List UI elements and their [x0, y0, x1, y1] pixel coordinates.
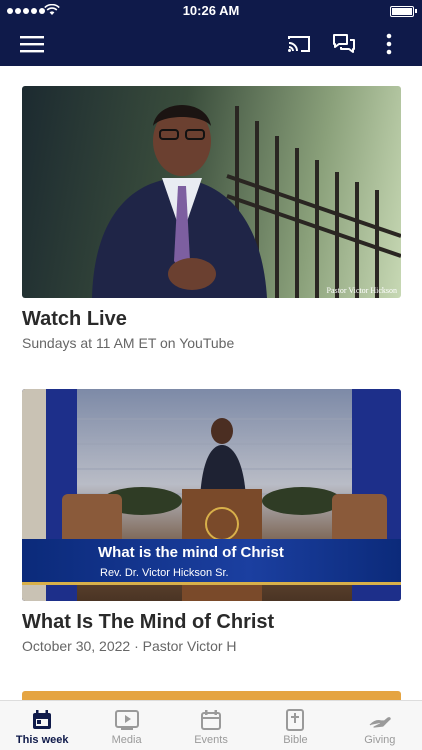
calendar-icon	[33, 710, 52, 729]
tab-label: Media	[111, 734, 142, 746]
app-bar	[0, 22, 422, 66]
banner-title: What is the mind of Christ	[98, 544, 284, 561]
card-subtitle: Sundays at 11 AM ET on YouTube	[22, 335, 235, 351]
bottom-tab-bar: This week Media Events Bible Giving	[0, 700, 422, 750]
calendar-outline-icon	[201, 710, 222, 730]
sermon-title-banner: What is the mind of Christ Rev. Dr. Vict…	[22, 539, 401, 585]
status-time: 10:26 AM	[182, 3, 240, 18]
battery-icon	[390, 6, 417, 17]
card-title: Watch Live	[22, 308, 127, 330]
hamburger-icon	[20, 36, 44, 53]
watch-live-card[interactable]: Pastor Victor Hickson Watch Live Sundays…	[22, 86, 401, 351]
menu-button[interactable]	[14, 26, 50, 62]
tab-events[interactable]: Events	[169, 701, 253, 750]
pastor-portrait-image	[92, 105, 401, 298]
next-card-peek[interactable]	[22, 691, 401, 700]
watch-live-image: Pastor Victor Hickson	[22, 86, 401, 298]
image-caption: Pastor Victor Hickson	[326, 286, 397, 295]
tab-label: This week	[15, 734, 69, 746]
sermon-card[interactable]: What is the mind of Christ Rev. Dr. Vict…	[22, 389, 401, 654]
chat-icon	[333, 34, 355, 53]
tab-media[interactable]: Media	[84, 701, 168, 750]
banner-stripe	[22, 582, 401, 585]
cast-icon	[288, 36, 310, 52]
chat-button[interactable]	[326, 26, 362, 62]
tab-label: Giving	[364, 734, 396, 746]
status-bar: 10:26 AM	[0, 0, 422, 22]
tab-label: Events	[194, 734, 228, 746]
sermon-image: What is the mind of Christ Rev. Dr. Vict…	[22, 389, 401, 601]
tab-giving[interactable]: Giving	[338, 701, 422, 750]
more-options-button[interactable]	[371, 26, 407, 62]
play-icon	[114, 710, 139, 730]
tab-label: Bible	[283, 734, 308, 746]
bible-icon	[286, 709, 305, 731]
tab-this-week[interactable]: This week	[0, 701, 84, 750]
tab-bible[interactable]: Bible	[253, 701, 337, 750]
card-title: What Is The Mind of Christ	[22, 611, 275, 633]
cast-button[interactable]	[281, 26, 317, 62]
giving-hand-icon	[369, 717, 391, 728]
card-subtitle: October 30, 2022 · Pastor Victor H	[22, 638, 237, 654]
feed: Pastor Victor Hickson Watch Live Sundays…	[0, 66, 422, 700]
more-vertical-icon	[386, 33, 392, 55]
banner-subtitle: Rev. Dr. Victor Hickson Sr.	[100, 567, 229, 579]
